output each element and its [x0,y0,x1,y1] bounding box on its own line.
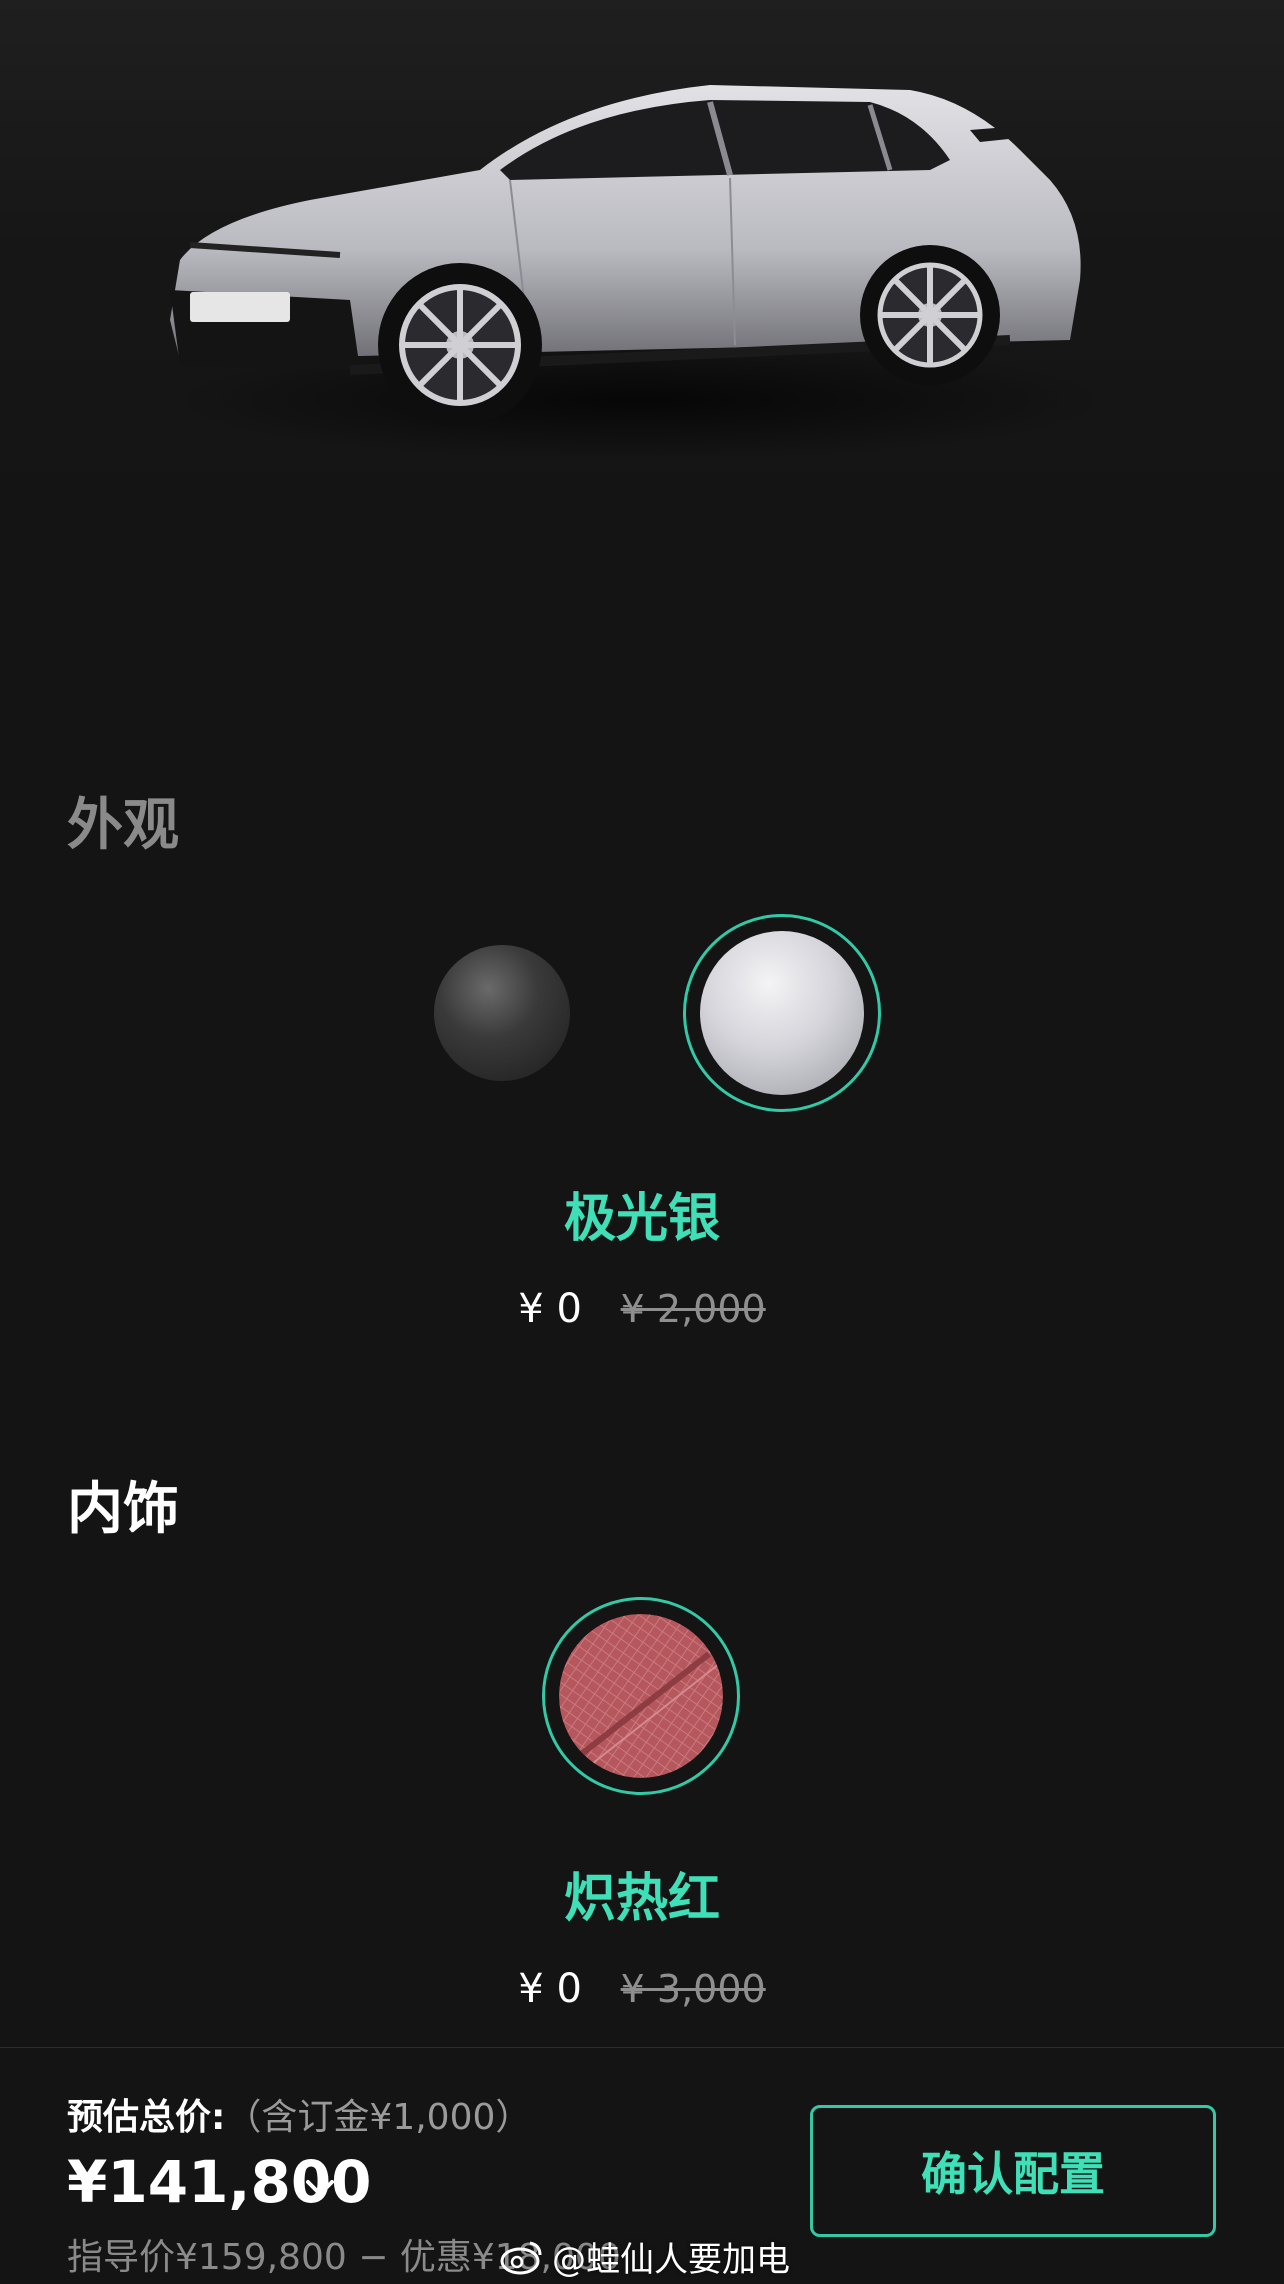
confirm-config-button[interactable]: 确认配置 [810,2105,1216,2237]
interior-red-swatch[interactable] [559,1614,723,1778]
exterior-silver-swatch-ring[interactable] [683,914,881,1112]
interior-color-name: 炽热红 [563,1869,720,1929]
exterior-current-price: ¥ 0 [518,1286,582,1332]
car-preview-area [0,0,1284,560]
exterior-black-swatch[interactable] [434,945,570,1081]
interior-red-swatch-ring[interactable] [542,1597,740,1795]
exterior-silver-swatch[interactable] [700,931,864,1095]
weibo-icon [500,2241,542,2274]
watermark-text: @蛙仙人要加电 [552,2240,790,2280]
interior-price: ¥ 0 ¥ 3,000 [0,1966,1284,2012]
exterior-original-price: ¥ 2,000 [620,1287,766,1331]
deposit-note: （含订金¥1,000） [225,2097,532,2138]
exterior-color-name: 极光银 [563,1189,720,1249]
estimate-label: 预估总价: [67,2097,226,2138]
estimate-label-line: 预估总价:（含订金¥1,000） [67,2088,531,2140]
chevron-down-icon[interactable] [300,2168,340,2208]
interior-current-price: ¥ 0 [518,1966,582,2012]
interior-section-title: 内饰 [67,1477,179,1542]
car-image [170,85,1110,460]
interior-original-price: ¥ 3,000 [620,1967,766,2011]
exterior-price: ¥ 0 ¥ 2,000 [0,1286,1284,1332]
exterior-section-title: 外观 [67,793,179,858]
watermark: @蛙仙人要加电 [500,2232,790,2281]
